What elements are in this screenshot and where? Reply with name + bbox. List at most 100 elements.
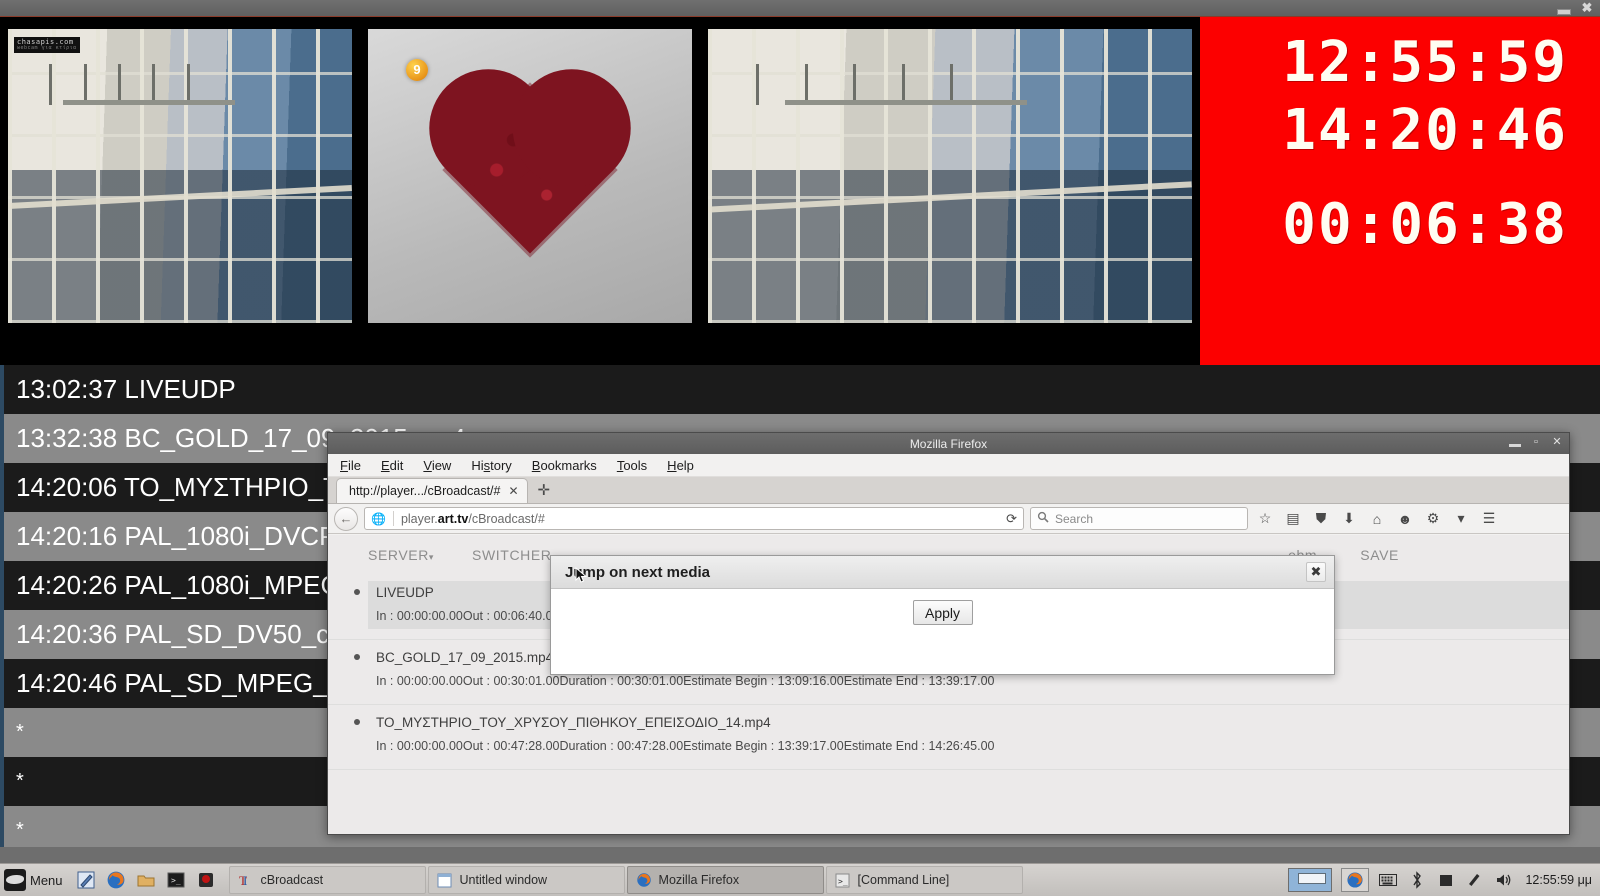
task-button[interactable]: T I cBroadcast — [228, 866, 426, 894]
dialog-title: Jump on next media — [565, 563, 711, 581]
url-text: player.art.tv/cBroadcast/# — [400, 511, 545, 526]
watermark-label: chasapis.com webcam για κτίρια — [14, 37, 80, 53]
preview-pane-aux[interactable] — [700, 17, 1200, 365]
maximize-icon[interactable]: ▫ — [1530, 436, 1542, 448]
chevron-down-icon[interactable]: ▾ — [1450, 510, 1472, 527]
dialog-body: Apply — [551, 566, 1334, 675]
preview-pane-preview[interactable]: 9 — [360, 17, 700, 365]
task-button[interactable]: Untitled window — [427, 866, 625, 894]
close-icon[interactable]: ✖ — [1580, 1, 1594, 15]
schedule-row-placeholder: * — [16, 819, 24, 841]
window-icon — [437, 872, 453, 888]
firefox-tabbar[interactable]: http://player.../cBroadcast/# ✕ ✛ — [328, 477, 1569, 504]
firefox-window-controls: ▫ ✕ — [1509, 436, 1563, 448]
save-button[interactable]: SAVE — [1360, 547, 1399, 563]
start-menu-button[interactable]: Menu — [0, 869, 71, 891]
volume-icon[interactable] — [1494, 870, 1514, 890]
switcher-menu[interactable]: SWITCHER▾ — [472, 547, 557, 563]
task-button[interactable]: Mozilla Firefox — [626, 866, 824, 894]
firefox-menubar[interactable]: File Edit View History Bookmarks Tools H… — [328, 454, 1569, 477]
cbroadcast-icon: TI — [238, 872, 254, 888]
sync-icon[interactable]: ⚙ — [1422, 510, 1444, 527]
tab-close-icon[interactable]: ✕ — [508, 484, 518, 498]
server-menu[interactable]: SERVER▾ — [368, 547, 434, 563]
bullet-icon — [354, 654, 360, 660]
firefox-window: Mozilla Firefox ▫ ✕ File Edit View Histo… — [327, 432, 1570, 835]
cbroadcast-titlebar: ✖ — [0, 0, 1600, 17]
home-icon[interactable]: ⌂ — [1366, 511, 1388, 527]
star-icon[interactable]: ☆ — [1254, 510, 1276, 527]
keyboard-icon[interactable] — [1378, 870, 1398, 890]
bullet-icon — [354, 589, 360, 595]
task-button[interactable]: >_ [Command Line] — [825, 866, 1023, 894]
preview-pane-program[interactable]: chasapis.com webcam για κτίρια — [0, 17, 360, 365]
search-input[interactable]: Search — [1030, 507, 1248, 530]
menu-view[interactable]: View — [421, 456, 453, 475]
schedule-row[interactable]: 13:02:37 LIVEUDP — [0, 365, 1600, 414]
svg-text:I: I — [243, 873, 247, 888]
launcher-firefox[interactable] — [103, 867, 129, 893]
schedule-row-placeholder: * — [16, 770, 24, 792]
tab-cbroadcast[interactable]: http://player.../cBroadcast/# ✕ — [336, 478, 528, 503]
brightness-icon[interactable] — [1465, 870, 1485, 890]
globe-icon: 🌐 — [371, 511, 386, 526]
playlist-item[interactable]: ΤΟ_ΜΥΣΤΗΡΙΟ_ΤΟΥ_ΧΡΥΣΟΥ_ΠΙΘΗΚΟΥ_ΕΠΕΙΣΟΔΙΟ… — [328, 705, 1569, 770]
menu-tools[interactable]: Tools — [615, 456, 649, 475]
jump-on-next-media-dialog: Jump on next media ✖ Apply — [550, 555, 1335, 675]
launcher-app[interactable] — [193, 867, 219, 893]
back-button[interactable]: ← — [334, 506, 358, 531]
video-preview-row: chasapis.com webcam για κτίρια 9 12:55:5… — [0, 17, 1600, 365]
dialog-header: Jump on next media ✖ — [551, 556, 1334, 589]
bluetooth-icon[interactable] — [1407, 870, 1427, 890]
menu-icon[interactable]: ☰ — [1478, 510, 1500, 527]
menu-file[interactable]: File — [338, 456, 363, 475]
dialog-close-button[interactable]: ✖ — [1306, 562, 1326, 582]
task-button-list[interactable]: T I cBroadcast Untitled window Mozilla Firef… — [228, 866, 1289, 894]
close-icon[interactable]: ✕ — [1551, 436, 1563, 448]
library-icon[interactable]: ▤ — [1282, 510, 1304, 527]
download-icon[interactable]: ⬇ — [1338, 510, 1360, 527]
channel-badge: 9 — [406, 59, 428, 81]
url-bar[interactable]: 🌐 player.art.tv/cBroadcast/# ⟳ — [364, 507, 1024, 530]
clock-current-time: 12:55:59 — [1282, 30, 1568, 95]
launcher-text-editor[interactable] — [73, 867, 99, 893]
minimize-icon[interactable] — [1556, 1, 1571, 15]
playlist-item-body: ΤΟ_ΜΥΣΤΗΡΙΟ_ΤΟΥ_ΧΡΥΣΟΥ_ΠΙΘΗΚΟΥ_ΕΠΕΙΣΟΔΙΟ… — [368, 711, 1569, 759]
menu-edit[interactable]: Edit — [379, 456, 405, 475]
playlist-item-meta: In : 00:00:00.00Out : 00:47:28.00Duratio… — [376, 739, 995, 753]
pocket-icon[interactable]: ⛊ — [1310, 510, 1332, 527]
desktop: ✖ chasapis.com webcam για κτίρια 9 12:55… — [0, 0, 1600, 896]
firefox-navbar: ← 🌐 player.art.tv/cBroadcast/# ⟳ Search … — [328, 504, 1569, 534]
menu-bookmarks[interactable]: Bookmarks — [530, 456, 599, 475]
battery-icon[interactable] — [1436, 870, 1456, 890]
playlist-item-title: ΤΟ_ΜΥΣΤΗΡΙΟ_ΤΟΥ_ΧΡΥΣΟΥ_ΠΙΘΗΚΟΥ_ΕΠΕΙΣΟΔΙΟ… — [376, 715, 771, 730]
preview-image-heart: 9 — [368, 29, 692, 323]
launcher-file-manager[interactable] — [133, 867, 159, 893]
menu-history[interactable]: History — [469, 456, 513, 475]
task-button-label: cBroadcast — [260, 873, 324, 887]
workspace-pager[interactable] — [1288, 868, 1333, 892]
clock-end-time: 14:20:46 — [1282, 98, 1568, 163]
apply-button[interactable]: Apply — [912, 600, 973, 625]
search-icon — [1037, 511, 1049, 526]
tray-firefox-icon[interactable] — [1341, 868, 1370, 892]
reload-icon[interactable]: ⟳ — [1006, 511, 1017, 527]
taskbar: Menu >_ T I cBroadcast Untitled window Mozil… — [0, 863, 1600, 896]
launcher-terminal[interactable]: >_ — [163, 867, 189, 893]
firefox-titlebar: Mozilla Firefox ▫ ✕ — [328, 433, 1569, 454]
task-button-label: Untitled window — [459, 873, 548, 887]
hello-icon[interactable]: ☻ — [1394, 511, 1416, 527]
firefox-content: SERVER▾ SWITCHER▾ ebm▾ SAVE LIVEUDPIn : … — [328, 535, 1569, 834]
menu-help[interactable]: Help — [665, 456, 696, 475]
new-tab-button[interactable]: ✛ — [538, 481, 551, 499]
search-placeholder: Search — [1055, 511, 1094, 526]
tab-label: http://player.../cBroadcast/# — [349, 484, 501, 498]
bullet-icon — [354, 719, 360, 725]
cbroadcast-window-controls: ✖ — [1556, 1, 1594, 15]
firefox-icon — [636, 872, 652, 888]
menu-icon — [4, 869, 26, 891]
task-button-label: Mozilla Firefox — [658, 873, 740, 887]
system-tray: 12:55:59 μμ — [1288, 868, 1600, 892]
svg-text:>_: >_ — [838, 877, 848, 886]
minimize-icon[interactable] — [1509, 436, 1521, 448]
